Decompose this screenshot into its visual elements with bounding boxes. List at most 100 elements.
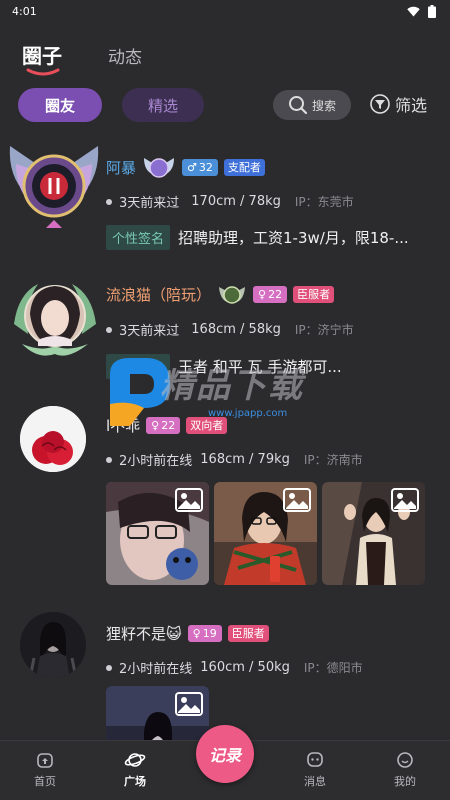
role-badge: 臣服者 <box>227 624 269 642</box>
status-row: 2小时前在线 160cm / 50kg IP：德阳市 <box>106 658 363 677</box>
online-dot <box>106 198 112 205</box>
filter-bar: 圈友 精选 搜索 筛选 <box>18 88 436 122</box>
role-badge: 双向者 <box>186 416 228 434</box>
username[interactable]: 狸籽不是😺 <box>106 623 182 644</box>
photo-thumbnail[interactable] <box>322 482 425 585</box>
search-icon <box>288 96 308 115</box>
photo-thumbnail[interactable] <box>214 482 317 585</box>
female-icon: ♀ <box>151 418 160 432</box>
tab-circle[interactable]: 圈子 <box>22 40 62 69</box>
role-badge: 支配者 <box>223 158 265 176</box>
vip-medal-icon <box>144 158 175 178</box>
signature-label: 个性签名 <box>106 225 171 250</box>
signature-row: 个性签名 招聘助理，工资1-3w/月，限18-... <box>106 225 409 250</box>
avatar[interactable] <box>20 612 86 678</box>
tab-feed[interactable]: 动态 <box>108 43 142 68</box>
status-row: 3天前来过 168cm / 58kg IP：济宁市 <box>106 320 354 339</box>
image-icon <box>175 692 203 716</box>
nav-square[interactable]: 广场 <box>110 751 160 789</box>
gender-level-badge: ♀ 22 <box>146 416 181 434</box>
last-seen: 2小时前在线 <box>119 662 193 677</box>
avatar-dark-portrait <box>20 612 86 678</box>
filter-label: 筛选 <box>395 96 428 115</box>
online-dot <box>106 326 112 333</box>
ip-location: IP：德阳市 <box>303 661 363 675</box>
avatar[interactable] <box>20 406 86 472</box>
nav-messages[interactable]: 消息 <box>290 751 340 789</box>
user-feed: 阿暴 ♂ 32 支配者 3天前来过 170cm / 78kg IP：东莞市 个性签… <box>0 130 450 740</box>
name-row: l不乖 ♀ 22 双向者 <box>106 414 228 436</box>
photo-thumbnail[interactable] <box>106 482 209 585</box>
message-icon <box>307 752 323 767</box>
body-stats: 160cm / 50kg <box>200 660 290 675</box>
body-stats: 168cm / 79kg <box>200 452 290 467</box>
tab-underline <box>26 68 60 76</box>
ip-location: IP：东莞市 <box>294 195 354 209</box>
name-row: 流浪猫（陪玩） ♀ 22 臣服者 <box>106 283 335 305</box>
search-button[interactable]: 搜索 <box>273 90 351 120</box>
signature-row: 个性签名 王者 和平 瓦 手游都可... <box>106 354 342 379</box>
body-stats: 170cm / 78kg <box>191 194 281 209</box>
home-icon <box>37 753 53 768</box>
nav-home-label: 首页 <box>34 775 56 788</box>
online-dot <box>106 664 112 671</box>
role-badge: 臣服者 <box>293 285 335 303</box>
nav-mine[interactable]: 我的 <box>380 751 430 789</box>
bottom-nav: 首页 广场 记录 消息 我的 <box>0 725 450 800</box>
filter-button[interactable]: 筛选 <box>370 92 427 116</box>
female-icon: ♀ <box>192 626 201 640</box>
tab-circle-friends[interactable]: 圈友 <box>18 88 102 122</box>
image-icon <box>283 488 311 512</box>
list-item[interactable]: 流浪猫（陪玩） ♀ 22 臣服者 3天前来过 168cm / 58kg IP：济宁… <box>0 270 450 390</box>
search-label: 搜索 <box>311 98 336 113</box>
photo-gallery <box>106 686 209 740</box>
planet-icon <box>124 753 146 767</box>
last-seen: 2小时前在线 <box>119 454 193 469</box>
record-button[interactable]: 记录 <box>196 725 254 783</box>
male-icon: ♂ <box>187 160 197 174</box>
avatar-rose-image <box>20 406 86 472</box>
image-icon <box>391 488 419 512</box>
signature-text: 王者 和平 瓦 手游都可... <box>178 358 342 376</box>
gender-level-badge: ♀ 22 <box>253 285 288 303</box>
list-item[interactable]: l不乖 ♀ 22 双向者 2小时前在线 168cm / 79kg IP：济南市 <box>0 402 450 592</box>
status-row: 3天前来过 170cm / 78kg IP：东莞市 <box>106 192 354 211</box>
status-time: 4:01 <box>12 4 37 18</box>
avatar-frame[interactable] <box>8 274 102 364</box>
filter-icon <box>370 94 390 114</box>
ip-location: IP：济南市 <box>303 453 363 467</box>
list-item[interactable]: 阿暴 ♂ 32 支配者 3天前来过 170cm / 78kg IP：东莞市 个性签… <box>0 130 450 260</box>
female-icon: ♀ <box>258 287 267 301</box>
status-bar: 4:01 <box>0 0 450 22</box>
list-item[interactable]: 狸籽不是😺 ♀ 19 臣服者 2小时前在线 160cm / 50kg IP：德阳市 <box>0 606 450 740</box>
tab-featured[interactable]: 精选 <box>122 88 204 122</box>
record-label: 记录 <box>208 746 241 765</box>
online-dot <box>106 456 112 463</box>
vip-medal-icon <box>219 286 246 304</box>
nav-mine-label: 我的 <box>394 775 416 788</box>
body-stats: 168cm / 58kg <box>191 322 281 337</box>
image-icon <box>175 488 203 512</box>
name-row: 阿暴 ♂ 32 支配者 <box>106 156 265 178</box>
status-row: 2小时前在线 168cm / 79kg IP：济南市 <box>106 450 363 469</box>
last-seen: 3天前来过 <box>119 324 180 339</box>
username[interactable]: 流浪猫（陪玩） <box>106 284 211 305</box>
gender-level-badge: ♀ 19 <box>187 624 222 642</box>
username[interactable]: l不乖 <box>106 415 140 436</box>
ip-location: IP：济宁市 <box>294 323 354 337</box>
header-tabs: 圈子 动态 <box>22 38 428 78</box>
avatar-frame[interactable] <box>6 136 102 232</box>
signature-text: 招聘助理，工资1-3w/月，限18-... <box>178 229 409 247</box>
username[interactable]: 阿暴 <box>106 157 136 178</box>
avatar-leaf-frame <box>14 284 96 356</box>
name-row: 狸籽不是😺 ♀ 19 臣服者 <box>106 622 269 644</box>
photo-thumbnail[interactable] <box>106 686 209 740</box>
nav-home[interactable]: 首页 <box>20 751 70 789</box>
last-seen: 3天前来过 <box>119 196 180 211</box>
battery-icon <box>428 4 436 18</box>
wifi-icon <box>407 6 420 16</box>
nav-square-label: 广场 <box>124 775 146 788</box>
photo-gallery <box>106 482 425 585</box>
signature-label: 个性签名 <box>106 354 171 379</box>
gender-level-badge: ♂ 32 <box>182 158 218 176</box>
